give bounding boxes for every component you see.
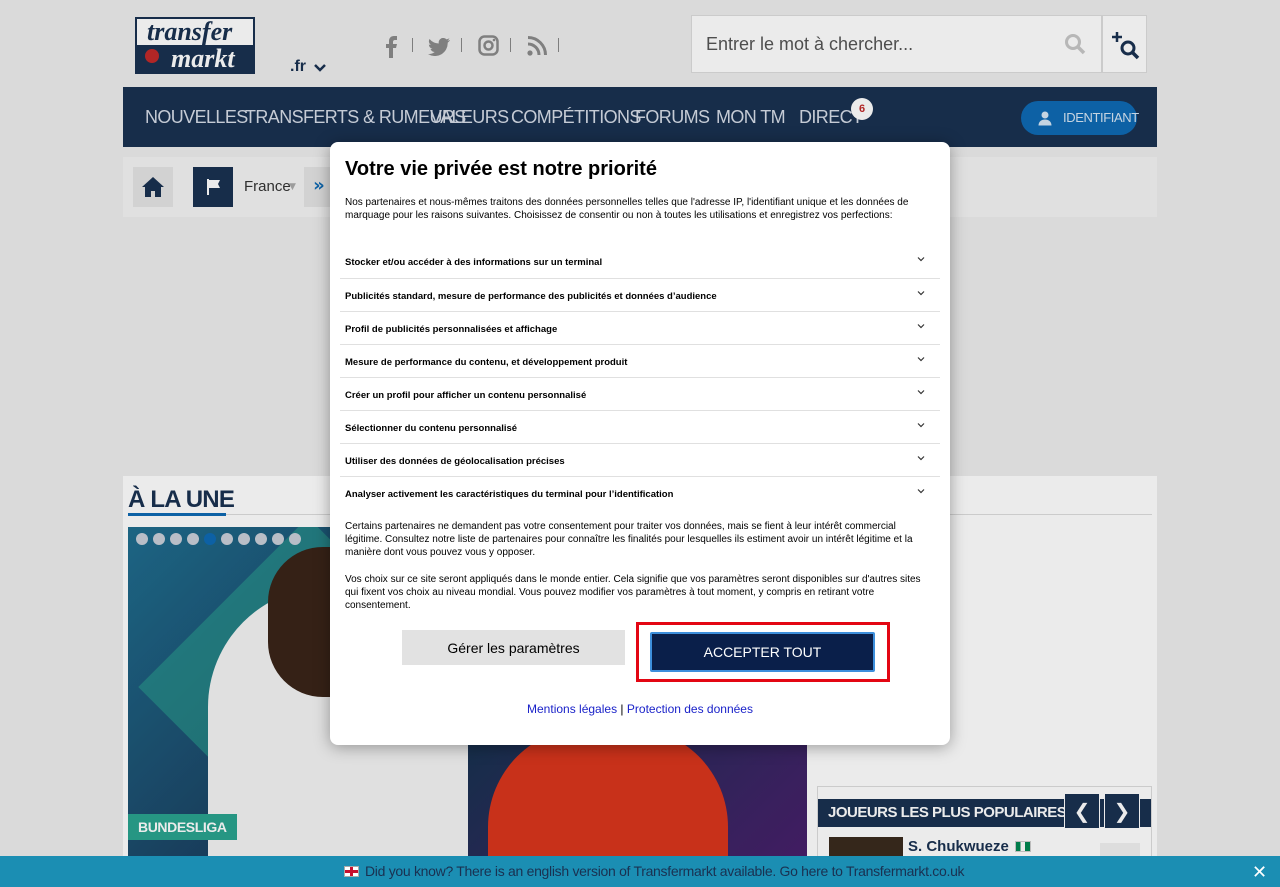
- chevron-down-icon[interactable]: [916, 453, 926, 463]
- consent-purpose-row[interactable]: Utiliser des données de géolocalisation …: [340, 443, 940, 476]
- uk-flag-icon: [344, 866, 359, 877]
- manage-settings-button[interactable]: Gérer les paramètres: [402, 630, 625, 665]
- close-icon[interactable]: ✕: [1252, 862, 1267, 883]
- consent-intro-text: Nos partenaires et nous-mêmes traitons d…: [345, 197, 909, 221]
- consent-purpose-row[interactable]: Stocker et/ou accéder à des informations…: [340, 245, 940, 278]
- consent-purpose-row[interactable]: Créer un profil pour afficher un contenu…: [340, 377, 940, 410]
- consent-purpose-label: Utiliser des données de géolocalisation …: [345, 456, 565, 467]
- banner-message: Did you know? There is an english versio…: [365, 863, 846, 879]
- consent-purpose-label: Analyser activement les caractéristiques…: [345, 489, 674, 500]
- banner-link[interactable]: Transfermarkt.co.uk: [846, 863, 965, 879]
- accept-all-button[interactable]: ACCEPTER TOUT: [650, 632, 875, 672]
- link-separator: |: [620, 702, 624, 716]
- chevron-down-icon[interactable]: [916, 354, 926, 364]
- legitimate-interest-text: Certains partenaires ne demandent pas vo…: [345, 521, 913, 558]
- consent-purpose-row[interactable]: Analyser activement les caractéristiques…: [340, 476, 940, 509]
- consent-purpose-label: Profil de publicités personnalisées et a…: [345, 324, 558, 335]
- language-banner: Did you know? There is an english versio…: [0, 856, 1280, 887]
- consent-purpose-row[interactable]: Publicités standard, mesure de performan…: [340, 278, 940, 311]
- chevron-down-icon[interactable]: [916, 254, 926, 264]
- consent-purpose-label: Publicités standard, mesure de performan…: [345, 291, 717, 302]
- consent-purpose-label: Sélectionner du contenu personnalisé: [345, 423, 518, 434]
- consent-purpose-label: Créer un profil pour afficher un contenu…: [345, 390, 587, 401]
- consent-purpose-row[interactable]: Profil de publicités personnalisées et a…: [340, 311, 940, 344]
- chevron-down-icon[interactable]: [916, 321, 926, 331]
- consent-title: Votre vie privée est notre priorité: [345, 158, 657, 180]
- consent-purpose-row[interactable]: Mesure de performance du contenu, et dév…: [340, 344, 940, 377]
- banner-text: Did you know? There is an english versio…: [365, 863, 965, 879]
- chevron-down-icon[interactable]: [916, 420, 926, 430]
- consent-footer-links: Mentions légales | Protection des donnée…: [330, 702, 950, 716]
- consent-purpose-list: Stocker et/ou accéder à des informations…: [340, 245, 940, 509]
- consent-dialog: Votre vie privée est notre priorité Nos …: [330, 142, 950, 745]
- privacy-link[interactable]: Protection des données: [627, 702, 753, 716]
- consent-purpose-row[interactable]: Sélectionner du contenu personnalisé: [340, 410, 940, 443]
- consent-purpose-label: Mesure de performance du contenu, et dév…: [345, 357, 628, 368]
- consent-purpose-label: Stocker et/ou accéder à des informations…: [345, 257, 603, 268]
- legal-notice-link[interactable]: Mentions légales: [527, 702, 617, 716]
- chevron-down-icon[interactable]: [916, 387, 926, 397]
- chevron-down-icon[interactable]: [916, 486, 926, 496]
- global-scope-text: Vos choix sur ce site seront appliqués d…: [345, 574, 921, 611]
- chevron-down-icon[interactable]: [916, 288, 926, 298]
